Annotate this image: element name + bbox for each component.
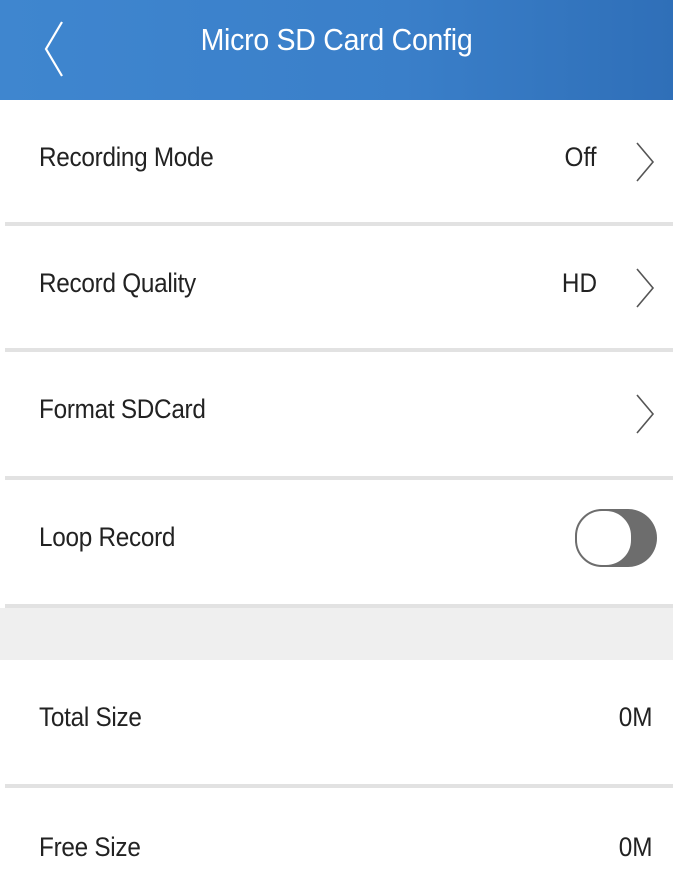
sd-card-config-screen: Micro SD Card Config Recording Mode Off … <box>0 0 673 872</box>
recording-mode-label: Recording Mode <box>39 142 214 172</box>
chevron-right-icon <box>636 268 655 308</box>
loop-record-label: Loop Record <box>39 522 176 552</box>
nav-bar: Micro SD Card Config <box>0 0 673 100</box>
section-separator <box>0 608 673 660</box>
record-quality-label: Record Quality <box>39 268 196 298</box>
chevron-right-icon <box>636 142 655 182</box>
total-size-value: 0M <box>619 702 653 732</box>
loop-record-row: Loop Record <box>0 480 673 604</box>
loop-record-toggle[interactable] <box>575 509 657 567</box>
format-sdcard-row[interactable]: Format SDCard <box>0 352 673 476</box>
record-quality-value: HD <box>561 268 597 298</box>
page-title: Micro SD Card Config <box>200 22 473 57</box>
free-size-value: 0M <box>619 832 653 862</box>
total-size-row: Total Size 0M <box>0 660 673 784</box>
recording-mode-row[interactable]: Recording Mode Off <box>0 100 673 224</box>
record-quality-row[interactable]: Record Quality HD <box>0 226 673 350</box>
total-size-label: Total Size <box>39 702 142 732</box>
free-size-label: Free Size <box>39 832 141 862</box>
toggle-knob <box>575 509 633 567</box>
free-size-row: Free Size 0M <box>0 788 673 872</box>
recording-mode-value: Off <box>565 142 597 172</box>
chevron-right-icon <box>636 394 655 434</box>
format-sdcard-label: Format SDCard <box>39 394 206 424</box>
